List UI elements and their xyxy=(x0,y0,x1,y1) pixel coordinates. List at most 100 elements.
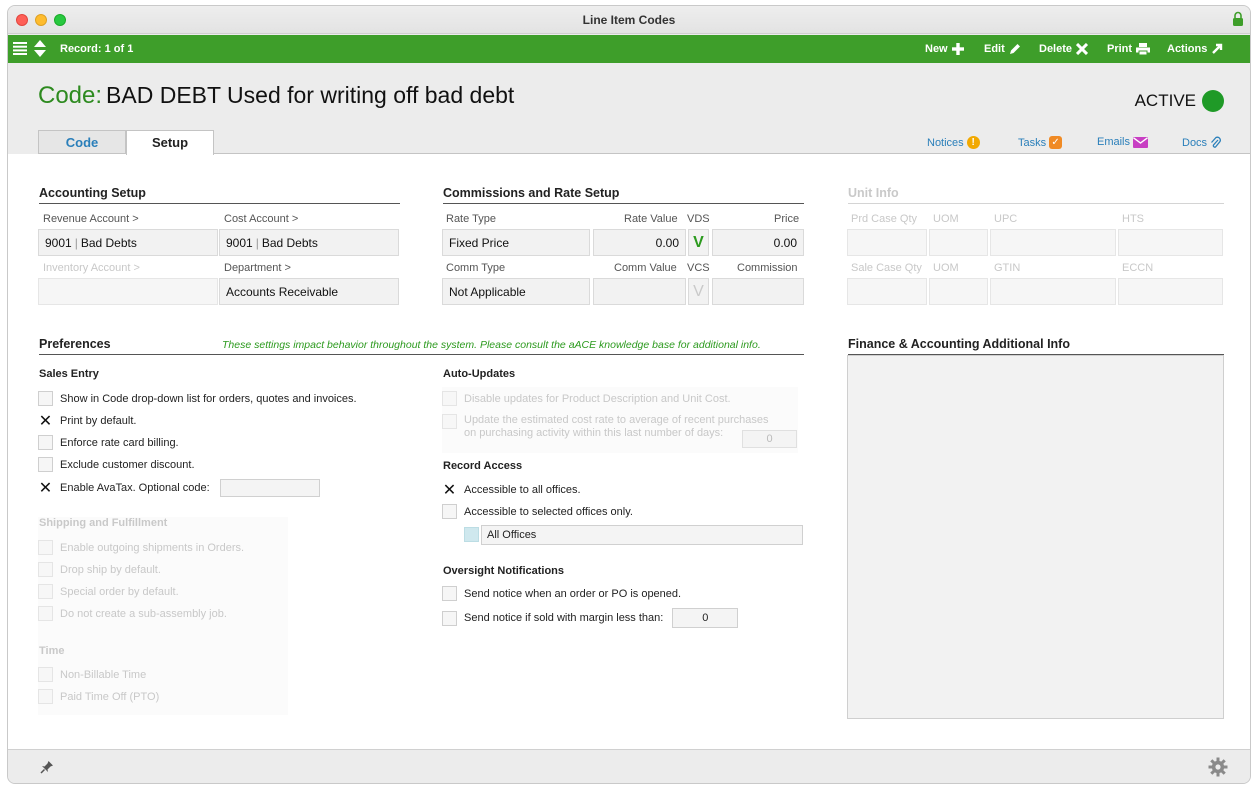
pin-icon[interactable] xyxy=(40,760,54,774)
access-all-checkbox[interactable]: ✕ xyxy=(442,482,457,499)
eccn-field xyxy=(1118,278,1223,305)
notices-label: Notices xyxy=(927,136,964,149)
enforce-rate-card-option[interactable]: Enforce rate card billing. xyxy=(38,435,179,450)
show-in-dropdown-checkbox[interactable] xyxy=(38,391,53,406)
outgoing-shipments-option: Enable outgoing shipments in Orders. xyxy=(38,540,244,555)
access-selected-label: Accessible to selected offices only. xyxy=(464,505,633,518)
cost-account-link[interactable]: Cost Account > xyxy=(224,213,298,225)
exclude-discount-option[interactable]: Exclude customer discount. xyxy=(38,457,195,472)
delete-button[interactable]: Delete xyxy=(1039,35,1089,63)
enforce-rate-card-checkbox[interactable] xyxy=(38,435,53,450)
outgoing-shipments-label: Enable outgoing shipments in Orders. xyxy=(60,541,245,554)
uom-field-2 xyxy=(929,278,988,305)
enable-avatax-option[interactable]: ✕ Enable AvaTax. Optional code: xyxy=(38,479,320,497)
price-field[interactable]: 0.00 xyxy=(712,229,804,256)
unit-info-heading: Unit Info xyxy=(848,186,899,200)
notices-link[interactable]: Notices ! xyxy=(927,136,980,149)
actions-button[interactable]: Actions xyxy=(1167,35,1223,63)
status-indicator[interactable]: ACTIVE xyxy=(1135,90,1224,112)
access-selected-checkbox[interactable] xyxy=(442,504,457,519)
notice-opened-label: Send notice when an order or PO is opene… xyxy=(464,587,682,600)
enable-avatax-checkbox[interactable]: ✕ xyxy=(38,480,53,497)
hts-field xyxy=(1118,229,1223,256)
vds-checkbox[interactable]: V xyxy=(688,229,709,256)
record-access-heading: Record Access xyxy=(443,460,523,472)
tab-code[interactable]: Code xyxy=(38,130,126,154)
print-label: Print xyxy=(1107,43,1133,55)
no-subassembly-label: Do not create a sub-assembly job. xyxy=(60,607,227,620)
edit-button[interactable]: Edit xyxy=(984,35,1021,63)
emails-label: Emails xyxy=(1097,136,1131,148)
vcs-checkbox[interactable]: V xyxy=(688,278,709,305)
enable-avatax-label: Enable AvaTax. Optional code: xyxy=(60,482,210,494)
comm-type-field[interactable]: Not Applicable xyxy=(442,278,590,305)
emails-link[interactable]: Emails xyxy=(1097,136,1149,148)
hts-label: HTS xyxy=(1122,213,1144,225)
drop-ship-checkbox xyxy=(38,562,53,577)
auto-updates-heading: Auto-Updates xyxy=(443,368,516,380)
margin-field[interactable]: 0 xyxy=(672,608,739,628)
notice-opened-option[interactable]: Send notice when an order or PO is opene… xyxy=(442,586,681,601)
cost-account-name: Bad Debts xyxy=(261,236,318,250)
record-navigator-icon[interactable] xyxy=(34,40,46,57)
sale-case-qty-field xyxy=(847,278,927,305)
revenue-account-field[interactable]: 9001 | Bad Debts xyxy=(38,229,218,256)
prd-case-qty-label: Prd Case Qty xyxy=(851,213,918,225)
code-value: BAD DEBT Used for writing off bad debt xyxy=(106,82,515,108)
no-subassembly-option: Do not create a sub-assembly job. xyxy=(38,606,227,621)
office-picker-icon[interactable] xyxy=(464,527,479,542)
exclude-discount-checkbox[interactable] xyxy=(38,457,53,472)
update-cost-checkbox xyxy=(442,414,457,429)
rate-type-field[interactable]: Fixed Price xyxy=(442,229,590,256)
print-button[interactable]: Print xyxy=(1107,35,1151,63)
inventory-account-field xyxy=(38,278,218,305)
shipping-heading: Shipping and Fulfillment xyxy=(39,517,168,529)
menu-icon[interactable] xyxy=(13,42,27,55)
exclude-discount-label: Exclude customer discount. xyxy=(60,458,195,471)
revenue-account-name: Bad Debts xyxy=(80,236,137,250)
finance-notes-field[interactable] xyxy=(847,355,1224,719)
outgoing-shipments-checkbox xyxy=(38,540,53,555)
finance-heading: Finance & Accounting Additional Info xyxy=(848,337,1070,351)
rate-type-label: Rate Type xyxy=(446,213,496,225)
envelope-icon xyxy=(1133,136,1149,148)
non-billable-label: Non-Billable Time xyxy=(60,668,147,681)
department-field[interactable]: Accounts Receivable xyxy=(219,278,399,305)
docs-link[interactable]: Docs xyxy=(1182,136,1221,149)
tab-setup[interactable]: Setup xyxy=(126,130,214,155)
lock-icon xyxy=(1233,11,1243,26)
notice-margin-checkbox[interactable] xyxy=(442,610,457,626)
commission-field[interactable] xyxy=(712,278,804,305)
gtin-field xyxy=(990,278,1116,305)
new-button[interactable]: New xyxy=(925,35,964,63)
print-by-default-option[interactable]: ✕ Print by default. xyxy=(38,413,137,430)
no-subassembly-checkbox xyxy=(38,606,53,621)
paperclip-icon xyxy=(1211,136,1221,148)
gear-icon[interactable] xyxy=(1208,757,1228,777)
cost-account-field[interactable]: 9001 | Bad Debts xyxy=(219,229,399,256)
show-in-dropdown-option[interactable]: Show in Code drop-down list for orders, … xyxy=(38,391,357,406)
tasks-link[interactable]: Tasks ✓ xyxy=(1018,136,1063,149)
preferences-rule xyxy=(39,354,804,355)
revenue-account-link[interactable]: Revenue Account > xyxy=(43,213,139,225)
enforce-rate-card-label: Enforce rate card billing. xyxy=(60,436,179,449)
prd-case-qty-field xyxy=(847,229,927,256)
offices-row: All Offices xyxy=(464,525,804,545)
status-dot-icon xyxy=(1202,90,1224,112)
update-cost-label-2: on purchasing activity within this last … xyxy=(464,427,724,439)
notice-margin-option[interactable]: Send notice if sold with margin less tha… xyxy=(442,608,739,628)
access-selected-option[interactable]: Accessible to selected offices only. xyxy=(442,504,633,519)
delete-label: Delete xyxy=(1039,43,1073,55)
avatax-code-field[interactable] xyxy=(219,479,320,497)
print-by-default-checkbox[interactable]: ✕ xyxy=(38,413,53,430)
special-order-option: Special order by default. xyxy=(38,584,179,599)
notice-opened-checkbox[interactable] xyxy=(442,586,457,601)
offices-field[interactable]: All Offices xyxy=(481,525,803,545)
price-label: Price xyxy=(774,213,800,225)
sales-entry-heading: Sales Entry xyxy=(39,368,99,380)
access-all-option[interactable]: ✕ Accessible to all offices. xyxy=(442,482,581,499)
rate-value-field[interactable]: 0.00 xyxy=(593,229,686,256)
comm-value-field[interactable] xyxy=(593,278,686,305)
department-link[interactable]: Department > xyxy=(224,262,291,274)
upc-field xyxy=(990,229,1116,256)
